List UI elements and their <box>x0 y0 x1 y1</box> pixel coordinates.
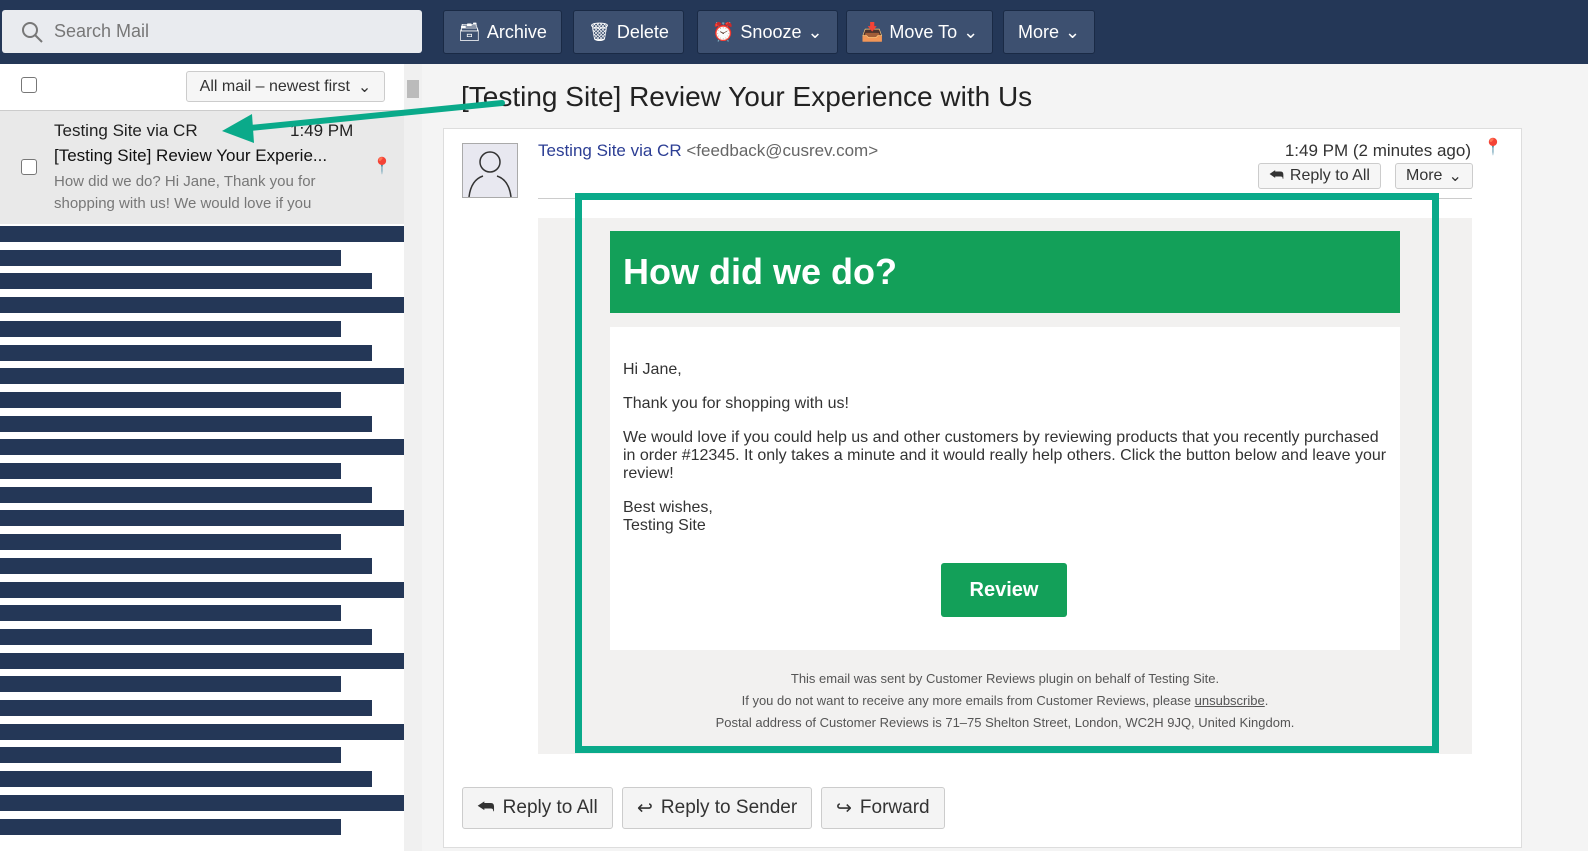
sort-label: All mail – newest first <box>199 77 350 95</box>
redacted-bar <box>0 723 404 740</box>
sender-name[interactable]: Testing Site via CR <box>538 141 682 160</box>
redacted-bar <box>0 510 404 527</box>
redacted-bar <box>0 652 404 669</box>
forward-icon: ↪ <box>836 797 852 819</box>
chevron-down-icon: ⌄ <box>1065 21 1081 42</box>
snooze-button[interactable]: ⏰ Snooze ⌄ <box>697 10 838 54</box>
reply-all-button[interactable]: ⮪ Reply to All <box>462 787 613 829</box>
redacted-bar <box>0 534 341 551</box>
delete-label: Delete <box>616 21 669 42</box>
reply-all-icon: ⮪ <box>1269 167 1284 184</box>
search-input[interactable]: Search Mail <box>2 10 422 53</box>
reply-sender-label: Reply to Sender <box>660 797 798 818</box>
move-icon: 📥 <box>861 21 884 42</box>
redacted-bar <box>0 415 372 432</box>
more-small-button[interactable]: More ⌄ <box>1395 163 1473 189</box>
more-label: More <box>1406 167 1443 184</box>
redacted-bar <box>0 297 404 314</box>
redacted-bar <box>0 818 341 835</box>
redacted-bar <box>0 628 372 645</box>
move-to-label: Move To <box>889 21 958 42</box>
redacted-bar <box>0 676 341 693</box>
scrollbar[interactable] <box>404 64 422 851</box>
redacted-bar <box>0 320 341 337</box>
message-time: 1:49 PM (2 minutes ago) <box>1284 141 1471 160</box>
top-bar: Search Mail 🗃 Archive 🗑 Delete ⏰ Snooze ⌄ 📥 M… <box>0 0 1588 64</box>
avatar <box>462 143 518 198</box>
move-to-button[interactable]: 📥 Move To ⌄ <box>846 10 994 54</box>
reply-all-label: Reply to All <box>502 797 598 818</box>
trash-icon: 🗑 <box>588 21 611 42</box>
sort-dropdown[interactable]: All mail – newest first ⌄ <box>186 71 385 102</box>
redacted-bar <box>0 391 341 408</box>
more-label: More <box>1018 21 1060 42</box>
redacted-bar <box>0 794 404 811</box>
item-subject: [Testing Site] Review Your Experie... <box>54 146 328 165</box>
forward-button[interactable]: ↪ Forward <box>821 787 945 829</box>
reading-pane: [Testing Site] Review Your Experience wi… <box>423 64 1588 851</box>
select-all-checkbox[interactable] <box>21 77 37 93</box>
annotation-highlight-box <box>575 193 1439 753</box>
alarm-icon: ⏰ <box>712 21 735 42</box>
archive-label: Archive <box>486 21 547 42</box>
item-preview: How did we do? Hi Jane, Thank you for sh… <box>54 173 316 212</box>
redacted-bar <box>0 249 341 266</box>
list-item[interactable]: Testing Site via CR 1:49 PM [Testing Sit… <box>0 110 404 224</box>
redacted-bar <box>0 463 341 479</box>
item-checkbox[interactable] <box>21 159 37 175</box>
redacted-bar <box>0 557 372 574</box>
item-time: 1:49 PM <box>290 121 354 140</box>
redacted-bar <box>0 747 341 764</box>
redacted-bar <box>0 344 372 361</box>
chevron-down-icon: ⌄ <box>357 78 372 96</box>
chevron-down-icon: ⌄ <box>1448 168 1462 185</box>
pin-icon[interactable]: 📍 <box>1483 137 1503 157</box>
chevron-down-icon: ⌄ <box>807 21 823 42</box>
redacted-bar <box>0 273 372 290</box>
delete-button[interactable]: 🗑 Delete <box>573 10 684 54</box>
message-card: Testing Site via CR <feedback@cusrev.com… <box>443 128 1522 848</box>
scrollbar-thumb[interactable] <box>407 80 419 98</box>
redacted-bar <box>0 439 404 456</box>
forward-label: Forward <box>859 797 930 818</box>
search-placeholder: Search Mail <box>54 21 150 41</box>
reply-all-label: Reply to All <box>1289 167 1370 184</box>
chevron-down-icon: ⌄ <box>963 21 979 42</box>
reply-all-small-button[interactable]: ⮪ Reply to All <box>1258 163 1381 189</box>
redacted-bar <box>0 605 341 622</box>
redacted-bar <box>0 486 372 503</box>
redacted-bar <box>0 368 404 385</box>
reply-sender-button[interactable]: ↩ Reply to Sender <box>622 787 813 829</box>
sender-email: <feedback@cusrev.com> <box>686 141 879 160</box>
item-sender: Testing Site via CR <box>54 121 198 140</box>
redacted-bar <box>0 581 404 598</box>
snooze-label: Snooze <box>740 21 802 42</box>
message-list: All mail – newest first ⌄ Testing Site vi… <box>0 64 422 851</box>
redacted-bar <box>0 700 372 716</box>
reply-all-icon: ⮪ <box>477 797 495 818</box>
search-icon <box>22 21 43 43</box>
reply-icon: ↩ <box>637 797 653 819</box>
archive-icon: 🗃 <box>458 21 481 42</box>
redacted-bar <box>0 771 372 788</box>
more-button[interactable]: More ⌄ <box>1003 10 1096 54</box>
message-subject: [Testing Site] Review Your Experience wi… <box>461 81 1033 112</box>
archive-button[interactable]: 🗃 Archive <box>443 10 562 54</box>
pin-icon[interactable]: 📍 <box>372 156 392 176</box>
redacted-bar <box>0 226 404 242</box>
